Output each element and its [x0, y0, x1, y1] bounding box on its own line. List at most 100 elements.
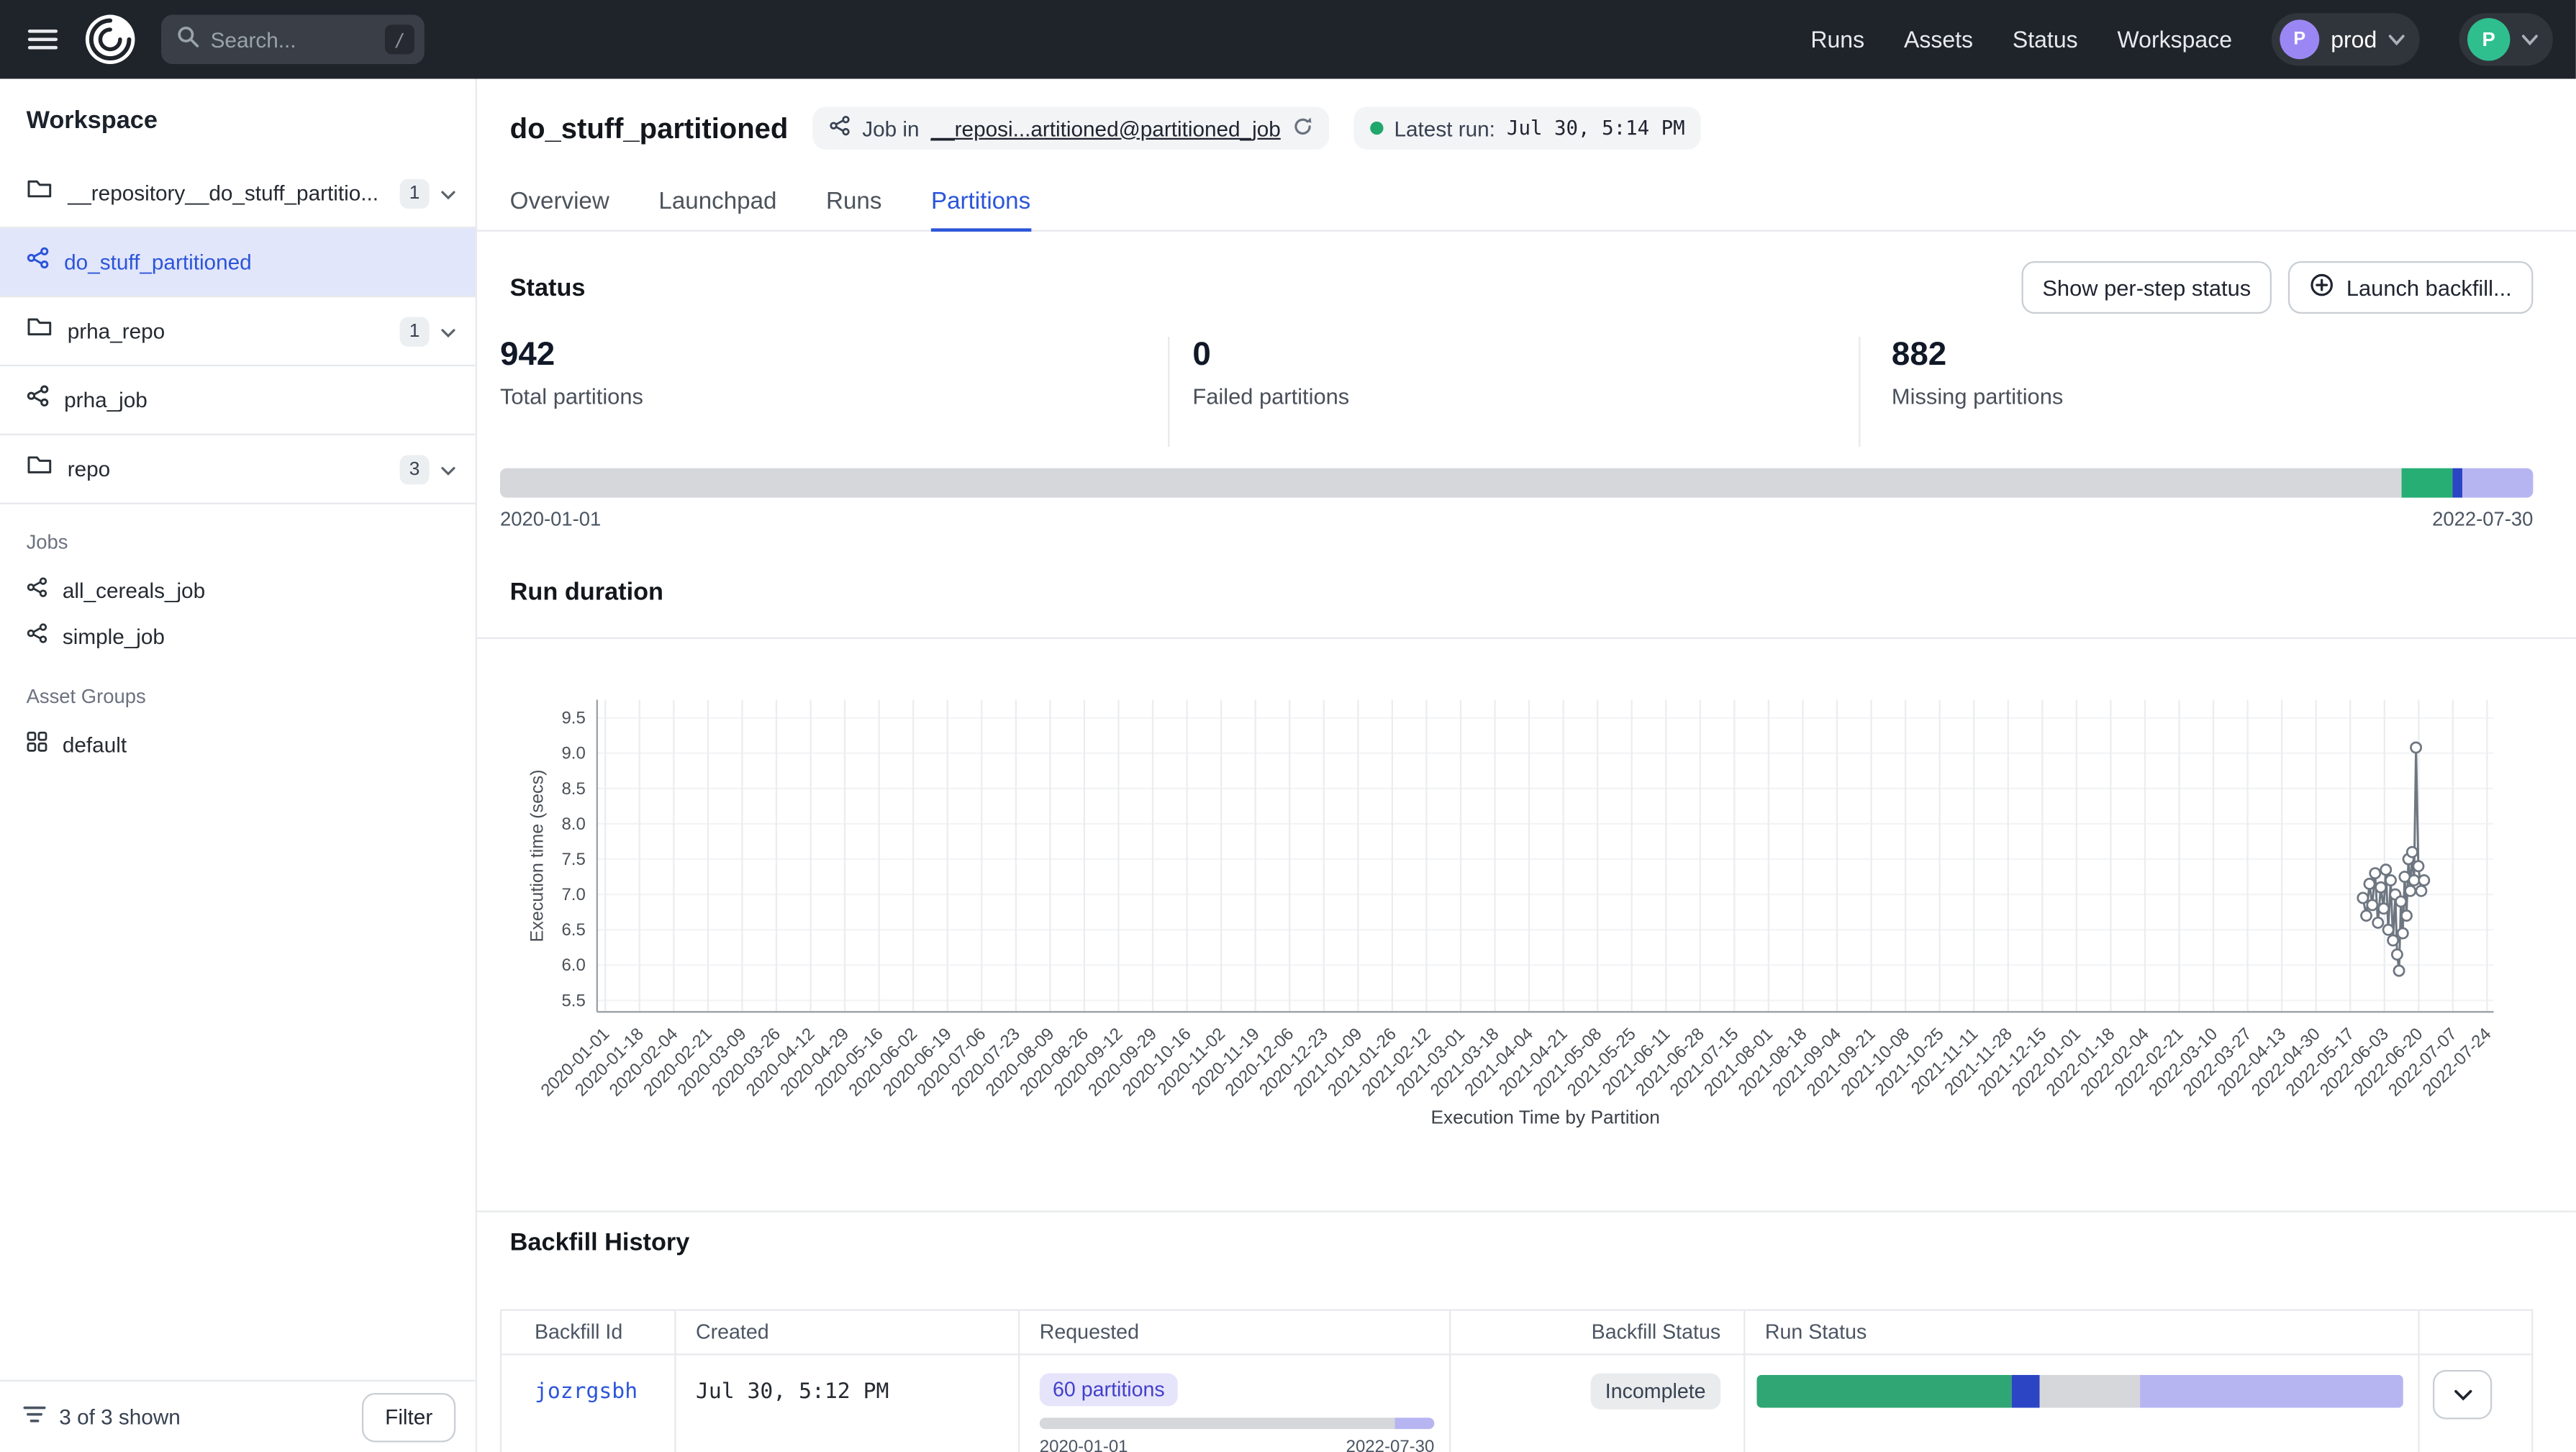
job-chip-target-link[interactable]: __reposi...artitioned@partitioned_job: [931, 116, 1281, 140]
run-status-bar[interactable]: [1756, 1375, 2403, 1408]
workspace-sidebar: Workspace __repository__do_stuff_partiti…: [0, 79, 477, 1452]
table-row-cell-backfill-id: jozrgsbh: [502, 1355, 676, 1452]
svg-text:6.5: 6.5: [561, 920, 585, 940]
run-duration-title: Run duration: [510, 578, 663, 607]
sidebar-item-prha-repo[interactable]: prha_repo 1: [0, 297, 476, 366]
shown-count: 3 of 3 shown: [59, 1405, 181, 1429]
stat-total-partitions: 942 Total partitions: [500, 337, 643, 409]
table-row-cell-requested: 60 partitions 2020-01-01 2022-07-30: [1020, 1355, 1451, 1452]
svg-text:9.0: 9.0: [561, 744, 585, 763]
top-nav-right: Runs Assets Status Workspace P prod P: [1810, 13, 2552, 65]
nav-link-status[interactable]: Status: [2013, 27, 2078, 53]
page-title: do_stuff_partitioned: [510, 111, 789, 145]
svg-text:7.0: 7.0: [561, 885, 585, 904]
latest-run-time[interactable]: Jul 30, 5:14 PM: [1507, 117, 1685, 140]
filter-list-icon: [23, 1402, 46, 1432]
backfill-status-badge: Incomplete: [1590, 1374, 1720, 1410]
svg-text:6.0: 6.0: [561, 956, 585, 975]
divider: [477, 637, 2576, 639]
nav-link-assets[interactable]: Assets: [1904, 27, 1973, 53]
show-per-step-status-button[interactable]: Show per-step status: [2021, 261, 2272, 314]
app-window: / Runs Assets Status Workspace P prod P: [0, 0, 2576, 1452]
sidebar-item-label: __repository__do_stuff_partitio...: [68, 181, 385, 205]
deployment-avatar: P: [2280, 19, 2319, 59]
svg-text:8.5: 8.5: [561, 779, 585, 799]
stat-missing-partitions: 882 Missing partitions: [1892, 337, 2063, 409]
backfill-history-title: Backfill History: [510, 1229, 690, 1257]
sidebar-item-repo[interactable]: repo 3: [0, 435, 476, 504]
sidebar-item-label: prha_repo: [68, 319, 385, 343]
sidebar-item-do-stuff-partitioned[interactable]: do_stuff_partitioned: [0, 228, 476, 297]
column-header-backfill-status: Backfill Status: [1451, 1311, 1745, 1356]
svg-text:5.5: 5.5: [561, 991, 585, 1010]
expand-row-button[interactable]: [2433, 1370, 2492, 1419]
sidebar-item-prha-job[interactable]: prha_job: [0, 366, 476, 435]
job-icon: [27, 576, 48, 603]
tab-launchpad[interactable]: Launchpad: [658, 174, 776, 232]
svg-text:Execution Time by Partition: Execution Time by Partition: [1430, 1107, 1659, 1128]
tab-runs[interactable]: Runs: [826, 174, 881, 232]
run-duration-chart: 9.59.08.58.07.57.06.56.05.52020-01-01202…: [477, 657, 2559, 1150]
search-input[interactable]: [211, 27, 373, 52]
status-section-header: Status Show per-step status Launch backf…: [510, 261, 2534, 314]
chevron-down-icon: [2521, 24, 2538, 54]
global-search[interactable]: /: [161, 15, 425, 64]
user-avatar: P: [2467, 18, 2510, 60]
filter-button[interactable]: Filter: [362, 1392, 455, 1441]
latest-run-chip[interactable]: Latest run: Jul 30, 5:14 PM: [1353, 106, 1701, 149]
sidebar-item-label: do_stuff_partitioned: [64, 250, 455, 274]
job-icon: [830, 115, 851, 142]
main-content: do_stuff_partitioned Job in __reposi...a…: [477, 79, 2576, 1452]
sidebar-item-all-cereals-job[interactable]: all_cereals_job: [0, 567, 476, 613]
backfill-history-table: Backfill Id Created Requested Backfill S…: [500, 1310, 2533, 1452]
refresh-icon[interactable]: [1292, 116, 1312, 140]
job-chip-prefix: Job in: [862, 116, 919, 140]
sidebar-item-label: all_cereals_job: [63, 577, 205, 602]
execution-time-chart[interactable]: 9.59.08.58.07.57.06.56.05.52020-01-01202…: [477, 657, 2559, 1150]
svg-text:Execution time (secs): Execution time (secs): [527, 770, 547, 943]
svg-text:9.5: 9.5: [561, 709, 585, 728]
table-row-cell-run-status: [1745, 1355, 2419, 1452]
nav-link-workspace[interactable]: Workspace: [2118, 27, 2233, 53]
search-shortcut-badge: /: [385, 24, 414, 54]
asset-group-icon: [27, 731, 48, 758]
latest-run-label: Latest run:: [1394, 116, 1495, 140]
stat-failed-partitions: 0 Failed partitions: [1192, 337, 1349, 409]
sidebar-item-default-group[interactable]: default: [0, 721, 476, 767]
tab-partitions[interactable]: Partitions: [931, 174, 1030, 232]
deployment-switcher[interactable]: P prod: [2272, 13, 2420, 65]
count-badge: 1: [399, 316, 429, 345]
sidebar-footer: 3 of 3 shown Filter: [0, 1380, 476, 1452]
created-timestamp: Jul 30, 5:12 PM: [696, 1380, 889, 1405]
sidebar-item-label: prha_job: [64, 388, 455, 412]
tab-bar: Overview Launchpad Runs Partitions: [477, 174, 2576, 232]
range-end: 2022-07-30: [1346, 1438, 1435, 1452]
tab-overview[interactable]: Overview: [510, 174, 609, 232]
dagster-logo-icon[interactable]: [82, 12, 138, 68]
launch-backfill-button[interactable]: Launch backfill...: [2289, 261, 2534, 314]
chevron-down-icon[interactable]: [441, 316, 456, 345]
range-start: 2020-01-01: [1040, 1438, 1128, 1452]
chevron-down-icon[interactable]: [441, 454, 456, 484]
job-icon: [27, 246, 50, 277]
backfill-id-link[interactable]: jozrgsbh: [535, 1380, 638, 1405]
divider: [477, 1211, 2576, 1212]
sidebar-item-simple-job[interactable]: simple_job: [0, 613, 476, 659]
column-header-actions: [2420, 1311, 2531, 1356]
hamburger-menu-icon[interactable]: [27, 23, 60, 56]
range-end: 2022-07-30: [2432, 507, 2533, 530]
partition-status-bar[interactable]: [500, 468, 2533, 498]
table-row-cell-actions: [2420, 1355, 2531, 1452]
chevron-down-icon[interactable]: [441, 178, 456, 208]
partition-stats: 942 Total partitions 0 Failed partitions…: [477, 337, 2576, 443]
job-origin-chip[interactable]: Job in __reposi...artitioned@partitioned…: [813, 106, 1328, 149]
partition-range-labels: 2020-01-01 2022-07-30: [500, 507, 2533, 530]
requested-partitions-chip[interactable]: 60 partitions: [1040, 1374, 1178, 1407]
plus-circle-icon: [2310, 273, 2335, 302]
sidebar-item-repository-do-stuff[interactable]: __repository__do_stuff_partitio... 1: [0, 159, 476, 228]
nav-link-runs[interactable]: Runs: [1810, 27, 1864, 53]
divider: [1168, 337, 1169, 447]
column-header-requested: Requested: [1020, 1311, 1451, 1356]
table-row-cell-created: Jul 30, 5:12 PM: [676, 1355, 1020, 1452]
user-menu[interactable]: P: [2459, 13, 2553, 65]
